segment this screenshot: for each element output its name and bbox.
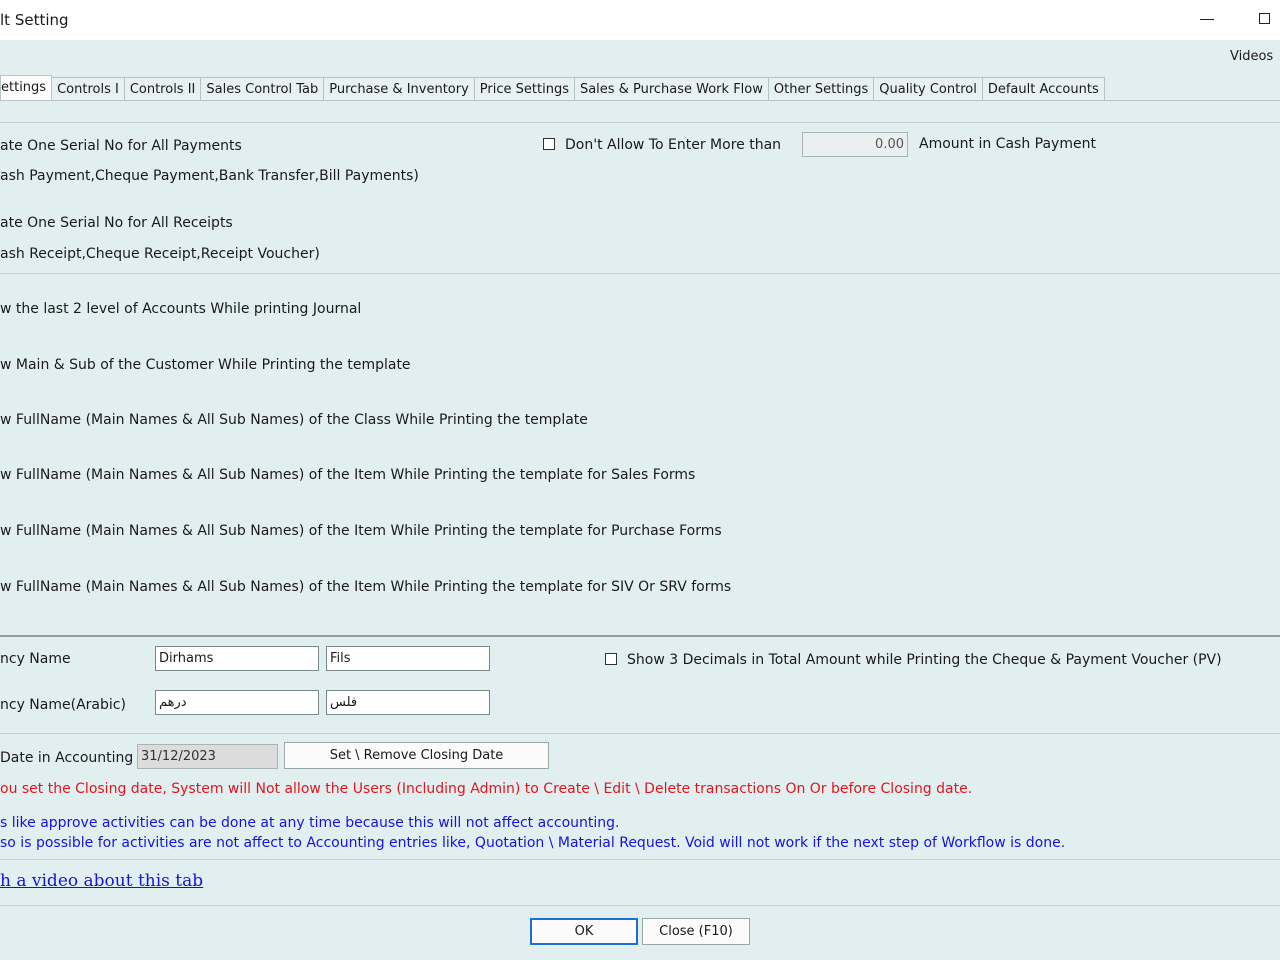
currency-arabic-sub-input[interactable] [326, 690, 490, 715]
closing-date-label: Date in Accounting [0, 750, 134, 766]
tab-default-accounts[interactable]: Default Accounts [982, 77, 1105, 100]
serial-payments-desc: ash Payment,Cheque Payment,Bank Transfer… [0, 168, 419, 184]
section-divider [0, 273, 1280, 274]
set-remove-closing-date-button[interactable]: Set \ Remove Closing Date [284, 742, 549, 769]
section-divider [0, 733, 1280, 734]
closing-date-input[interactable] [137, 744, 278, 769]
minimize-icon[interactable] [1200, 19, 1214, 20]
serial-payments-label[interactable]: ate One Serial No for All Payments [0, 138, 242, 154]
currency-main-input[interactable] [155, 646, 319, 671]
print-option-customer[interactable]: w Main & Sub of the Customer While Print… [0, 357, 411, 373]
currency-arabic-label: ncy Name(Arabic) [0, 697, 126, 713]
closing-info-line-1: s like approve activities can be done at… [0, 815, 620, 831]
print-option-item-siv-srv[interactable]: w FullName (Main Names & All Sub Names) … [0, 579, 731, 595]
title-bar: lt Setting [0, 0, 1280, 40]
ok-button[interactable]: OK [530, 918, 638, 945]
closing-warning-text: ou set the Closing date, System will Not… [0, 781, 973, 797]
section-divider [0, 905, 1280, 906]
cash-limit-input[interactable] [802, 132, 908, 157]
videos-link[interactable]: Videos [1230, 49, 1273, 64]
cash-limit-suffix: Amount in Cash Payment [919, 136, 1096, 152]
currency-sub-input[interactable] [326, 646, 490, 671]
tab-bar: ettings Controls I Controls II Sales Con… [0, 75, 1105, 101]
tab-controls-2[interactable]: Controls II [124, 77, 202, 100]
tab-purchase-inventory[interactable]: Purchase & Inventory [324, 77, 475, 100]
tab-sales-purchase-workflow[interactable]: Sales & Purchase Work Flow [574, 77, 769, 100]
print-option-item-purchase[interactable]: w FullName (Main Names & All Sub Names) … [0, 523, 722, 539]
window-title: lt Setting [0, 11, 69, 29]
tab-sales-control[interactable]: Sales Control Tab [201, 77, 325, 100]
section-divider [0, 859, 1280, 860]
print-option-class[interactable]: w FullName (Main Names & All Sub Names) … [0, 412, 588, 428]
tab-divider [0, 100, 1280, 101]
tab-settings[interactable]: ettings [0, 75, 53, 100]
show-3-decimals-checkbox[interactable] [605, 653, 617, 665]
tab-controls-1[interactable]: Controls I [52, 77, 125, 100]
cash-limit-label: Don't Allow To Enter More than [565, 137, 782, 153]
print-option-journal[interactable]: w the last 2 level of Accounts While pri… [0, 301, 361, 317]
print-option-item-sales[interactable]: w FullName (Main Names & All Sub Names) … [0, 467, 695, 483]
watch-video-link[interactable]: h a video about this tab [0, 871, 203, 891]
currency-arabic-main-input[interactable] [155, 690, 319, 715]
cash-limit-checkbox[interactable] [543, 138, 555, 150]
maximize-icon[interactable] [1259, 13, 1270, 24]
close-button[interactable]: Close (F10) [642, 918, 750, 945]
serial-receipts-desc: ash Receipt,Cheque Receipt,Receipt Vouch… [0, 246, 320, 262]
section-divider [0, 635, 1280, 637]
show-3-decimals-label: Show 3 Decimals in Total Amount while Pr… [627, 652, 1222, 668]
serial-receipts-label[interactable]: ate One Serial No for All Receipts [0, 215, 233, 231]
tab-quality-control[interactable]: Quality Control [874, 77, 983, 100]
section-divider [0, 122, 1280, 123]
tab-price-settings[interactable]: Price Settings [474, 77, 575, 100]
currency-name-label: ncy Name [0, 651, 71, 667]
tab-other-settings[interactable]: Other Settings [768, 77, 875, 100]
closing-info-line-2: so is possible for activities are not af… [0, 835, 1066, 851]
